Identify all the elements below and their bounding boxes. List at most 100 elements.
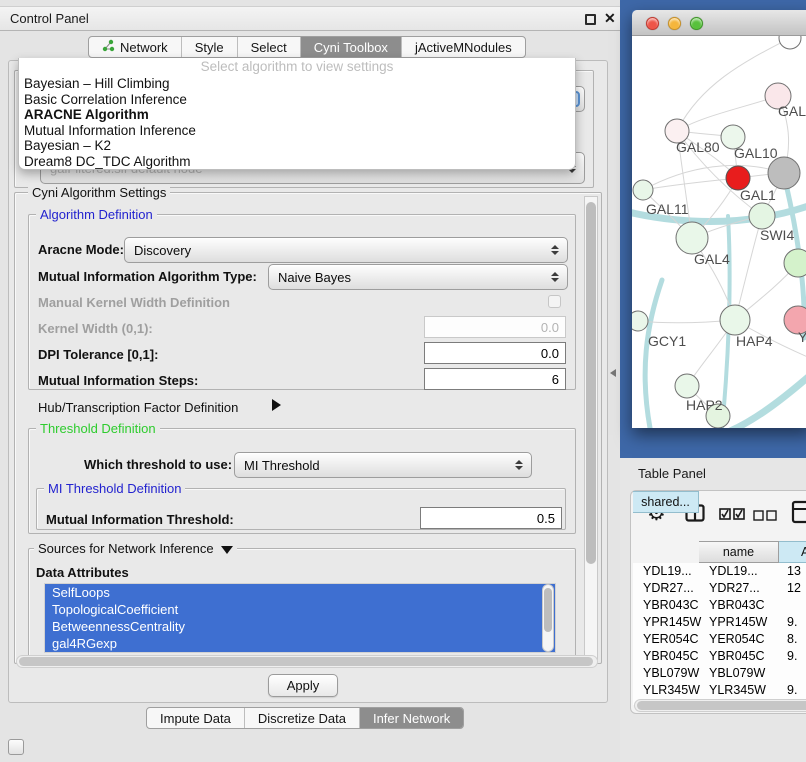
zoom-window-icon[interactable]: [690, 17, 703, 30]
dpi-tolerance-input[interactable]: [424, 342, 566, 364]
node-label: SWI4: [760, 227, 794, 243]
table-row[interactable]: YBR045CYBR045C9.: [633, 649, 806, 666]
tab-infer-network-label: Infer Network: [373, 711, 450, 726]
deselect-all-icon[interactable]: [753, 508, 777, 526]
truncated-toolbar-icon[interactable]: [791, 500, 806, 529]
scrollbar-thumb[interactable]: [637, 701, 806, 710]
split-pane-grip-icon[interactable]: [610, 369, 616, 377]
attribute-item[interactable]: BetweennessCentrality: [45, 618, 555, 635]
tab-jactivemnodules-label: jActiveMNodules: [415, 40, 512, 55]
node[interactable]: [633, 180, 653, 200]
attribute-item[interactable]: TopologicalCoefficient: [45, 601, 555, 618]
data-attributes-list: SelfLoops TopologicalCoefficient Between…: [44, 583, 556, 653]
algorithm-option[interactable]: Mutual Information Inference: [19, 123, 575, 139]
mi-steps-input[interactable]: [424, 368, 566, 390]
mi-algorithm-type-value: Naive Bayes: [269, 270, 546, 285]
apply-button[interactable]: Apply: [268, 674, 338, 697]
algorithm-option-aracne[interactable]: ARACNE Algorithm: [19, 107, 575, 123]
table-row[interactable]: YDR27...YDR27...12: [633, 581, 806, 598]
node-label: GCY1: [648, 333, 686, 349]
float-panel-icon[interactable]: [585, 14, 596, 25]
kernel-width-input[interactable]: [424, 316, 566, 338]
dpi-tolerance-label: DPI Tolerance [0,1]:: [38, 347, 158, 362]
tab-cyni-toolbox[interactable]: Cyni Toolbox: [301, 37, 402, 57]
table-panel-body: ⚙ shared... name A: [630, 490, 806, 714]
attribute-list-scrollbar[interactable]: [542, 584, 554, 652]
algorithm-option[interactable]: Bayesian – Hill Climbing: [19, 76, 575, 92]
select-all-icon[interactable]: [719, 507, 745, 525]
node[interactable]: [675, 374, 699, 398]
mi-threshold-label: Mutual Information Threshold:: [46, 512, 234, 527]
scrollbar-thumb[interactable]: [19, 657, 593, 666]
sources-title-text: Sources for Network Inference: [38, 541, 214, 556]
tab-select-label: Select: [251, 40, 287, 55]
table-row[interactable]: YDL19...YDL19...13: [633, 564, 806, 581]
close-panel-icon[interactable]: ✕: [604, 10, 616, 27]
scrollbar-thumb[interactable]: [544, 588, 552, 632]
which-threshold-combobox[interactable]: MI Threshold: [234, 452, 532, 478]
expanded-arrow-icon[interactable]: [221, 546, 233, 554]
close-window-icon[interactable]: [646, 17, 659, 30]
hub-definition-toggle[interactable]: Hub/Transcription Factor Definition: [38, 400, 238, 415]
sources-group-title[interactable]: Sources for Network Inference: [34, 541, 237, 556]
tab-impute-data[interactable]: Impute Data: [147, 708, 245, 728]
node-label: HAP2: [686, 397, 723, 413]
network-view-window[interactable]: GAL GAL80 GAL10 GAL11 GAL1 SWI4 GAL4 GCY…: [632, 10, 806, 428]
attribute-item[interactable]: SelfLoops: [45, 584, 555, 601]
node[interactable]: [632, 311, 648, 331]
table-panel-title: Table Panel: [638, 466, 706, 481]
node-label: GAL1: [740, 187, 776, 203]
node-gray[interactable]: [768, 157, 800, 189]
tab-discretize-data[interactable]: Discretize Data: [245, 708, 360, 728]
scrollbar-thumb[interactable]: [586, 202, 596, 564]
settings-vertical-scrollbar[interactable]: [584, 196, 598, 660]
node[interactable]: [749, 203, 775, 229]
mi-algorithm-type-combobox[interactable]: Naive Bayes: [268, 264, 568, 290]
manual-kernel-width-checkbox[interactable]: [548, 295, 561, 308]
column-header-truncated[interactable]: A: [779, 541, 806, 563]
aracne-mode-combobox[interactable]: Discovery: [124, 237, 568, 263]
node[interactable]: [720, 305, 750, 335]
combo-spinner-icon: [546, 272, 563, 282]
table-row[interactable]: YBR043CYBR043C: [633, 598, 806, 615]
dropdown-hint: Select algorithm to view settings: [19, 58, 575, 76]
tab-infer-network[interactable]: Infer Network: [360, 708, 463, 728]
mi-threshold-group-title: MI Threshold Definition: [44, 481, 185, 496]
node[interactable]: [676, 222, 708, 254]
collapsed-arrow-icon[interactable]: [272, 399, 281, 411]
control-panel-title: Control Panel: [10, 11, 89, 26]
tab-select[interactable]: Select: [238, 37, 301, 57]
tab-impute-data-label: Impute Data: [160, 711, 231, 726]
settings-horizontal-scrollbar[interactable]: [16, 655, 598, 668]
node[interactable]: [784, 249, 806, 277]
mi-threshold-input[interactable]: [420, 507, 562, 529]
algorithm-option[interactable]: Dream8 DC_TDC Algorithm: [19, 154, 575, 170]
tab-jactivemnodules[interactable]: jActiveMNodules: [402, 37, 525, 57]
table-row[interactable]: YLR345WYLR345W9.: [633, 683, 806, 700]
tab-cyni-toolbox-label: Cyni Toolbox: [314, 40, 388, 55]
minimize-window-icon[interactable]: [668, 17, 681, 30]
panel-grip-icon[interactable]: [8, 739, 24, 755]
table-row[interactable]: YPR145WYPR145W9.: [633, 615, 806, 632]
tab-network[interactable]: Network: [89, 37, 182, 57]
tab-style[interactable]: Style: [182, 37, 238, 57]
node-label: GAL: [778, 103, 806, 119]
table-row[interactable]: YBL079WYBL079W: [633, 666, 806, 683]
node-label: GAL11: [646, 201, 689, 217]
algorithm-dropdown-list: Select algorithm to view settings Bayesi…: [18, 58, 576, 170]
which-threshold-label: Which threshold to use:: [84, 457, 232, 472]
column-header-name[interactable]: name: [699, 541, 779, 563]
control-panel-titlebar: Control Panel ✕: [0, 6, 620, 31]
algorithm-option[interactable]: Bayesian – K2: [19, 138, 575, 154]
combo-spinner-icon: [510, 460, 527, 470]
column-header-shared-name[interactable]: shared...: [633, 491, 699, 513]
algorithm-option[interactable]: Basic Correlation Inference: [19, 92, 575, 108]
table-panel: Table Panel ⚙: [620, 458, 806, 762]
network-window-titlebar[interactable]: [632, 10, 806, 36]
tab-discretize-data-label: Discretize Data: [258, 711, 346, 726]
table-row[interactable]: YER054CYER054C8.: [633, 632, 806, 649]
network-canvas[interactable]: GAL GAL80 GAL10 GAL11 GAL1 SWI4 GAL4 GCY…: [632, 36, 806, 428]
attribute-item[interactable]: gal4RGexp: [45, 635, 555, 652]
node[interactable]: [779, 36, 801, 49]
table-horizontal-scrollbar[interactable]: [634, 699, 806, 712]
